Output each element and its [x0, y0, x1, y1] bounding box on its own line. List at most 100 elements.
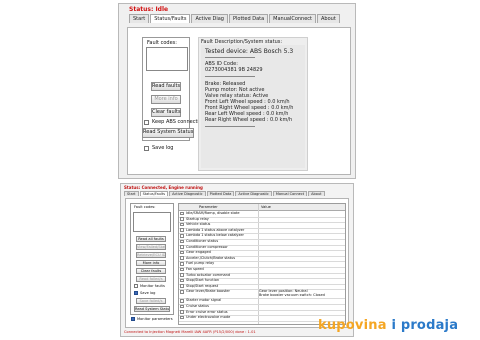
row-checkbox[interactable]: [180, 256, 184, 260]
checkbox-box[interactable]: [134, 284, 138, 288]
row-checkbox[interactable]: [180, 315, 184, 320]
parameter-name: Under electrovalve mode: [186, 315, 231, 320]
watermark-part2: i prodaja: [391, 318, 459, 333]
value-column-header: Value: [261, 205, 271, 209]
fault-codes-label: Fault codes:: [147, 40, 177, 46]
window-status-title: Status: Connected, Engine running: [124, 185, 203, 190]
read-faults-button[interactable]: Read faults: [151, 82, 181, 91]
tab-bar: Start Status/Faults Active Diag Plotted …: [129, 14, 341, 23]
status-faults-panel: Fault codes: Read faults More info Clear…: [127, 27, 351, 175]
tab-active-diag[interactable]: Active Diag: [191, 14, 228, 23]
abs-id-value: 0273004381 9B 24829: [205, 67, 263, 73]
parameter-name: Fan speed: [186, 267, 204, 271]
parameter-name: Gear engaged: [186, 250, 211, 255]
save-log-checkbox[interactable]: Save log: [134, 291, 155, 295]
separator: [205, 126, 255, 127]
connection-status-bar: Connected to Injection Magneti Marelli I…: [124, 330, 256, 334]
row-checkbox[interactable]: [180, 278, 184, 283]
read-system-status-button[interactable]: Read System Status: [142, 128, 194, 138]
parameter-name: Error cruise error status: [186, 309, 228, 314]
read-all-faults-button[interactable]: Read all faults: [136, 236, 166, 242]
read-system-status-button[interactable]: Read System Status: [134, 306, 170, 312]
row-checkbox[interactable]: [180, 222, 184, 227]
parameter-name: Lambda 1 status above catalyzer: [186, 227, 245, 232]
parameter-name: Fuel pump relay: [186, 261, 215, 266]
parameter-name: Idle/SRAM/Ramp, disable state: [186, 211, 240, 215]
row-checkbox[interactable]: [180, 239, 184, 244]
tested-device-line: Tested device: ABS Bosch 5.3: [205, 48, 294, 55]
tab-status-faults[interactable]: Status/Faults: [150, 14, 191, 23]
tab-about[interactable]: About: [317, 14, 340, 23]
save-log-checkbox[interactable]: Save log: [144, 145, 173, 151]
keep-abs-connection-checkbox[interactable]: Keep ABS connection: [144, 119, 205, 125]
clear-faults-button[interactable]: Clear faults: [136, 268, 166, 274]
row-checkbox[interactable]: [180, 310, 184, 314]
row-checkbox[interactable]: [180, 298, 184, 303]
read-failed-button[interactable]: Read failed/s: [136, 276, 166, 282]
checkbox-box[interactable]: [144, 119, 149, 125]
row-checkbox[interactable]: [180, 217, 184, 221]
monitor-faults-checkbox[interactable]: Monitor faults: [134, 284, 165, 288]
parameter-column-header: Parameter: [199, 205, 218, 209]
tab-active-diagnostic[interactable]: Active Diagnostic: [169, 191, 206, 196]
tab-start[interactable]: Start: [124, 191, 139, 196]
parameter-name: Starter motor signal: [186, 298, 222, 303]
more-info-button[interactable]: More info: [151, 95, 181, 104]
checkbox-box[interactable]: [134, 291, 138, 295]
row-checkbox[interactable]: [180, 211, 184, 216]
parameter-name: Conditioner status: [186, 239, 219, 243]
more-info-button[interactable]: More info: [136, 260, 166, 266]
fault-codes-list[interactable]: [146, 47, 188, 71]
parameter-name: Lambda 1 status below catalyzer: [186, 233, 244, 238]
fault-codes-group: Fault codes: Read faults More info Clear…: [142, 37, 190, 141]
parameter-name: Startup relay: [186, 216, 209, 221]
row-checkbox[interactable]: [180, 250, 184, 255]
row-checkbox[interactable]: [180, 273, 184, 277]
fault-codes-list[interactable]: [133, 212, 171, 232]
tab-active-diagnostic-2[interactable]: Active Diagnostic: [235, 191, 272, 196]
parameter-name: Acceler./Clutch/Brake status: [186, 255, 236, 260]
tab-plotted-data[interactable]: Plotted Data: [206, 191, 235, 196]
fault-codes-group: Fault codes: Read all faults View/Failed…: [130, 203, 174, 315]
separator: [205, 57, 255, 58]
parameter-name: Stop/Start function: [186, 278, 220, 283]
row-checkbox[interactable]: [180, 267, 184, 272]
row-checkbox[interactable]: [180, 284, 184, 288]
clear-faults-button[interactable]: Clear faults: [151, 108, 181, 117]
save-log-label: Save log: [152, 145, 174, 151]
parameter-name: Stop/Start request: [186, 283, 219, 288]
monitor-parameters-label: Monitor parameters: [137, 317, 173, 321]
tab-start[interactable]: Start: [129, 14, 150, 23]
separator: [205, 76, 255, 77]
abs-diagnostic-window: Status: Idle Start Status/Faults Active …: [118, 3, 356, 179]
status-faults-panel: Fault codes: Read all faults View/Failed…: [125, 198, 349, 328]
tab-status-faults[interactable]: Status/Faults: [139, 191, 169, 196]
retrieve-ecu-ids-button[interactable]: Retrieve/ECU IDs: [136, 252, 166, 258]
monitor-parameters-checkbox[interactable]: Monitor parameters: [131, 317, 173, 321]
fault-description-text: Tested device: ABS Bosch 5.3 ABS ID Code…: [201, 45, 305, 168]
tab-bar: Start Status/Faults Active Diagnostic Pl…: [124, 191, 326, 196]
tab-manual-connect[interactable]: ManualConnect: [269, 14, 317, 23]
view-failed-status-button[interactable]: View/Failed/Status: [136, 244, 166, 250]
engine-diagnostic-window: Status: Connected, Engine running Start …: [120, 183, 354, 337]
watermark-part1: kupovina: [318, 318, 387, 333]
tab-manual-connect[interactable]: Manual Connect: [272, 191, 308, 196]
parameter-name: Gear lever/Brake booster: [186, 289, 230, 294]
row-checkbox[interactable]: [180, 304, 184, 309]
parameter-value: Gear lever position: Neutral Brake boost…: [259, 289, 325, 298]
save-failed-button[interactable]: Save failed/s: [136, 298, 166, 304]
row-checkbox[interactable]: [180, 228, 184, 232]
parameter-name: Turbo actuator command: [186, 272, 231, 277]
row-checkbox[interactable]: [180, 261, 184, 266]
parameters-table: Parameter Value Idle/SRAM/Ramp, disable …: [178, 203, 346, 325]
status-line: Rear Right Wheel speed : 0.0 km/h: [205, 117, 293, 123]
row-checkbox[interactable]: [180, 233, 184, 238]
row-checkbox[interactable]: [180, 289, 184, 294]
window-status-title: Status: Idle: [129, 6, 169, 13]
row-checkbox[interactable]: [180, 245, 184, 249]
checkbox-box[interactable]: [144, 145, 149, 151]
tab-plotted-data[interactable]: Plotted Data: [229, 14, 269, 23]
fault-description-panel: Fault Description/System status: Tested …: [198, 37, 308, 171]
tab-about[interactable]: About: [308, 191, 325, 196]
checkbox-box[interactable]: [131, 317, 135, 321]
